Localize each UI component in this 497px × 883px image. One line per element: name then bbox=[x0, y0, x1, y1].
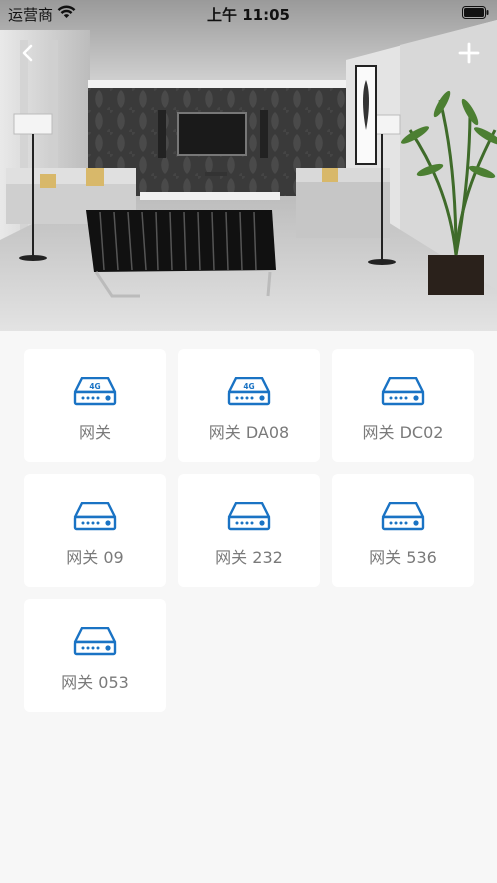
gateway-card[interactable]: 网关 053 bbox=[24, 599, 166, 712]
gateway-name: 网关 bbox=[78, 423, 111, 442]
gateway-icon bbox=[73, 502, 117, 531]
gateway-icon bbox=[227, 502, 271, 531]
gateway-4g-icon: 4G bbox=[73, 377, 117, 406]
gateway-icon bbox=[381, 377, 425, 406]
living-room-illustration bbox=[0, 0, 497, 331]
gateway-card[interactable]: 网关 232 bbox=[178, 474, 320, 587]
gateway-name: 网关 053 bbox=[61, 673, 129, 692]
add-gateway-button[interactable] bbox=[455, 40, 483, 68]
gateway-name: 网关 09 bbox=[66, 548, 124, 567]
gateway-name: 网关 DC02 bbox=[362, 423, 444, 442]
status-bar: 运营商 上午 11:05 bbox=[0, 0, 497, 26]
gateway-name: 网关 DA08 bbox=[208, 423, 290, 442]
plus-icon bbox=[458, 42, 480, 64]
gateway-name: 网关 536 bbox=[369, 548, 437, 567]
gateway-card[interactable]: 网关 09 bbox=[24, 474, 166, 587]
gateway-card[interactable]: 网关 DC02 bbox=[332, 349, 474, 462]
back-button[interactable] bbox=[14, 40, 42, 68]
gateway-4g-icon: 4G bbox=[227, 377, 271, 406]
chevron-left-icon bbox=[22, 44, 33, 62]
gateway-icon bbox=[73, 627, 117, 656]
battery-icon bbox=[462, 6, 489, 19]
gateway-badge: 4G bbox=[243, 382, 254, 391]
gateway-card[interactable]: 4G 网关 DA08 bbox=[178, 349, 320, 462]
status-time: 上午 11:05 bbox=[207, 6, 290, 24]
gateway-icon bbox=[381, 502, 425, 531]
gateway-card[interactable]: 4G 网关 bbox=[24, 349, 166, 462]
gateway-card[interactable]: 网关 536 bbox=[332, 474, 474, 587]
room-cover-image bbox=[0, 0, 497, 331]
gateway-name: 网关 232 bbox=[215, 548, 283, 567]
gateway-badge: 4G bbox=[89, 382, 100, 391]
